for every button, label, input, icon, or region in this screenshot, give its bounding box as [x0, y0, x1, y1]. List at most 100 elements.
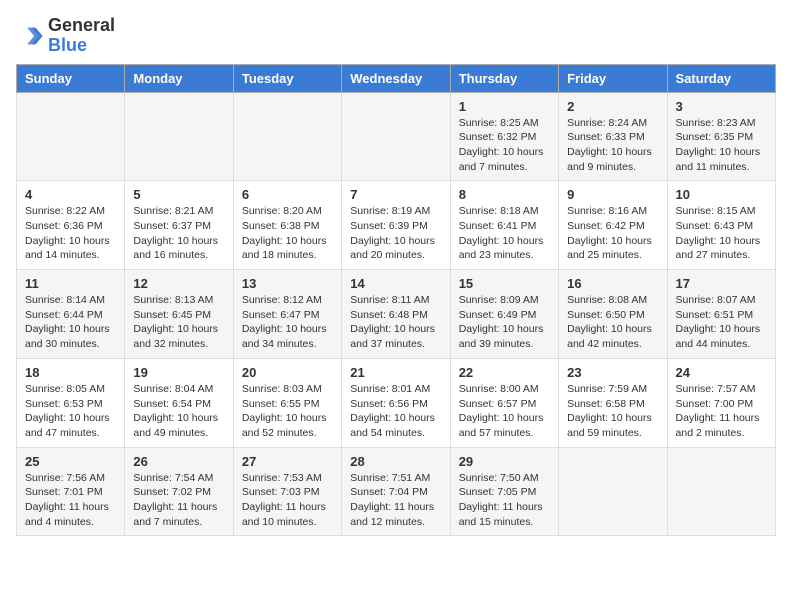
calendar-cell: 17Sunrise: 8:07 AM Sunset: 6:51 PM Dayli…: [667, 270, 775, 359]
day-header-monday: Monday: [125, 64, 233, 92]
week-row-3: 11 Sunrise: 8:14 AM Sunset: 6:44 PM Dayli…: [17, 270, 776, 359]
day-number: 21: [350, 365, 441, 380]
day-info: Sunrise: 8:09 AM Sunset: 6:49 PM Dayligh…: [459, 293, 550, 352]
calendar-cell: 28 Sunrise: 7:51 AM Sunset: 7:04 PM Dayli…: [342, 447, 450, 536]
day-number: 14: [350, 276, 441, 291]
week-row-1: 1 Sunrise: 8:25 AM Sunset: 6:32 PM Daylig…: [17, 92, 776, 181]
day-number: 3: [676, 99, 767, 114]
calendar-cell: 23 Sunrise: 7:59 AM Sunset: 6:58 PM Dayli…: [559, 358, 667, 447]
calendar-cell: [125, 92, 233, 181]
day-info: Sunrise: 8:20 AM Sunset: 6:38 PM Dayligh…: [242, 204, 333, 263]
day-info: Sunrise: 8:04 AM Sunset: 6:54 PM Dayligh…: [133, 382, 224, 441]
header-section: General Blue: [16, 16, 776, 56]
day-info: Sunrise: 8:00 AM Sunset: 6:57 PM Dayligh…: [459, 382, 550, 441]
calendar-cell: 24 Sunrise: 7:57 AM Sunset: 7:00 PM Dayli…: [667, 358, 775, 447]
logo-icon: [16, 22, 44, 50]
calendar-cell: [667, 447, 775, 536]
calendar-cell: 9 Sunrise: 8:16 AM Sunset: 6:42 PM Daylig…: [559, 181, 667, 270]
calendar-cell: 22 Sunrise: 8:00 AM Sunset: 6:57 PM Dayli…: [450, 358, 558, 447]
calendar-cell: 8 Sunrise: 8:18 AM Sunset: 6:41 PM Daylig…: [450, 181, 558, 270]
day-number: 1: [459, 99, 550, 114]
day-number: 28: [350, 454, 441, 469]
calendar-cell: 13 Sunrise: 8:12 AM Sunset: 6:47 PM Dayli…: [233, 270, 341, 359]
calendar-cell: [233, 92, 341, 181]
day-number: 11: [25, 276, 116, 291]
day-number: 19: [133, 365, 224, 380]
day-number: 12: [133, 276, 224, 291]
week-row-2: 4 Sunrise: 8:22 AM Sunset: 6:36 PM Daylig…: [17, 181, 776, 270]
day-header-tuesday: Tuesday: [233, 64, 341, 92]
day-info: Sunrise: 8:01 AM Sunset: 6:56 PM Dayligh…: [350, 382, 441, 441]
day-header-thursday: Thursday: [450, 64, 558, 92]
calendar-cell: 1 Sunrise: 8:25 AM Sunset: 6:32 PM Daylig…: [450, 92, 558, 181]
day-number: 25: [25, 454, 116, 469]
day-info: Sunrise: 8:03 AM Sunset: 6:55 PM Dayligh…: [242, 382, 333, 441]
calendar-cell: 27 Sunrise: 7:53 AM Sunset: 7:03 PM Dayli…: [233, 447, 341, 536]
day-info: Sunrise: 7:51 AM Sunset: 7:04 PM Dayligh…: [350, 471, 441, 530]
calendar-cell: 29Sunrise: 7:50 AM Sunset: 7:05 PM Dayli…: [450, 447, 558, 536]
calendar-body: 1 Sunrise: 8:25 AM Sunset: 6:32 PM Daylig…: [17, 92, 776, 536]
calendar-cell: 6 Sunrise: 8:20 AM Sunset: 6:38 PM Daylig…: [233, 181, 341, 270]
day-number: 20: [242, 365, 333, 380]
day-header-saturday: Saturday: [667, 64, 775, 92]
day-number: 26: [133, 454, 224, 469]
day-info: Sunrise: 8:22 AM Sunset: 6:36 PM Dayligh…: [25, 204, 116, 263]
calendar-cell: 18 Sunrise: 8:05 AM Sunset: 6:53 PM Dayli…: [17, 358, 125, 447]
day-number: 22: [459, 365, 550, 380]
day-info: Sunrise: 8:25 AM Sunset: 6:32 PM Dayligh…: [459, 116, 550, 175]
calendar-cell: 3Sunrise: 8:23 AM Sunset: 6:35 PM Daylig…: [667, 92, 775, 181]
calendar-cell: 19 Sunrise: 8:04 AM Sunset: 6:54 PM Dayli…: [125, 358, 233, 447]
logo-text: General Blue: [48, 16, 115, 56]
calendar-cell: 4 Sunrise: 8:22 AM Sunset: 6:36 PM Daylig…: [17, 181, 125, 270]
day-info: Sunrise: 8:19 AM Sunset: 6:39 PM Dayligh…: [350, 204, 441, 263]
day-number: 6: [242, 187, 333, 202]
day-info: Sunrise: 7:50 AM Sunset: 7:05 PM Dayligh…: [459, 471, 550, 530]
calendar-cell: 12Sunrise: 8:13 AM Sunset: 6:45 PM Dayli…: [125, 270, 233, 359]
day-info: Sunrise: 7:59 AM Sunset: 6:58 PM Dayligh…: [567, 382, 658, 441]
calendar-cell: 25 Sunrise: 7:56 AM Sunset: 7:01 PM Dayli…: [17, 447, 125, 536]
calendar-cell: 15Sunrise: 8:09 AM Sunset: 6:49 PM Dayli…: [450, 270, 558, 359]
day-info: Sunrise: 8:15 AM Sunset: 6:43 PM Dayligh…: [676, 204, 767, 263]
calendar-cell: 5 Sunrise: 8:21 AM Sunset: 6:37 PM Daylig…: [125, 181, 233, 270]
day-info: Sunrise: 8:14 AM Sunset: 6:44 PM Dayligh…: [25, 293, 116, 352]
day-number: 5: [133, 187, 224, 202]
day-header-friday: Friday: [559, 64, 667, 92]
day-number: 16: [567, 276, 658, 291]
day-info: Sunrise: 8:24 AM Sunset: 6:33 PM Dayligh…: [567, 116, 658, 175]
calendar-cell: [17, 92, 125, 181]
calendar-cell: [559, 447, 667, 536]
header-row: SundayMondayTuesdayWednesdayThursdayFrid…: [17, 64, 776, 92]
day-info: Sunrise: 8:16 AM Sunset: 6:42 PM Dayligh…: [567, 204, 658, 263]
calendar-cell: 10 Sunrise: 8:15 AM Sunset: 6:43 PM Dayli…: [667, 181, 775, 270]
day-info: Sunrise: 8:11 AM Sunset: 6:48 PM Dayligh…: [350, 293, 441, 352]
day-info: Sunrise: 8:21 AM Sunset: 6:37 PM Dayligh…: [133, 204, 224, 263]
week-row-4: 18 Sunrise: 8:05 AM Sunset: 6:53 PM Dayli…: [17, 358, 776, 447]
day-number: 10: [676, 187, 767, 202]
day-info: Sunrise: 8:05 AM Sunset: 6:53 PM Dayligh…: [25, 382, 116, 441]
day-info: Sunrise: 8:12 AM Sunset: 6:47 PM Dayligh…: [242, 293, 333, 352]
calendar-cell: 11 Sunrise: 8:14 AM Sunset: 6:44 PM Dayli…: [17, 270, 125, 359]
day-number: 2: [567, 99, 658, 114]
day-info: Sunrise: 8:18 AM Sunset: 6:41 PM Dayligh…: [459, 204, 550, 263]
day-number: 7: [350, 187, 441, 202]
calendar-cell: 2 Sunrise: 8:24 AM Sunset: 6:33 PM Daylig…: [559, 92, 667, 181]
day-number: 18: [25, 365, 116, 380]
day-number: 24: [676, 365, 767, 380]
day-info: Sunrise: 7:56 AM Sunset: 7:01 PM Dayligh…: [25, 471, 116, 530]
day-info: Sunrise: 7:57 AM Sunset: 7:00 PM Dayligh…: [676, 382, 767, 441]
calendar-cell: 21 Sunrise: 8:01 AM Sunset: 6:56 PM Dayli…: [342, 358, 450, 447]
day-number: 23: [567, 365, 658, 380]
day-number: 4: [25, 187, 116, 202]
day-number: 13: [242, 276, 333, 291]
day-number: 8: [459, 187, 550, 202]
day-header-sunday: Sunday: [17, 64, 125, 92]
day-number: 9: [567, 187, 658, 202]
day-header-wednesday: Wednesday: [342, 64, 450, 92]
calendar-cell: 20 Sunrise: 8:03 AM Sunset: 6:55 PM Dayli…: [233, 358, 341, 447]
calendar-cell: 16Sunrise: 8:08 AM Sunset: 6:50 PM Dayli…: [559, 270, 667, 359]
calendar-cell: 7 Sunrise: 8:19 AM Sunset: 6:39 PM Daylig…: [342, 181, 450, 270]
day-info: Sunrise: 7:54 AM Sunset: 7:02 PM Dayligh…: [133, 471, 224, 530]
calendar-cell: 26 Sunrise: 7:54 AM Sunset: 7:02 PM Dayli…: [125, 447, 233, 536]
day-number: 27: [242, 454, 333, 469]
day-info: Sunrise: 7:53 AM Sunset: 7:03 PM Dayligh…: [242, 471, 333, 530]
